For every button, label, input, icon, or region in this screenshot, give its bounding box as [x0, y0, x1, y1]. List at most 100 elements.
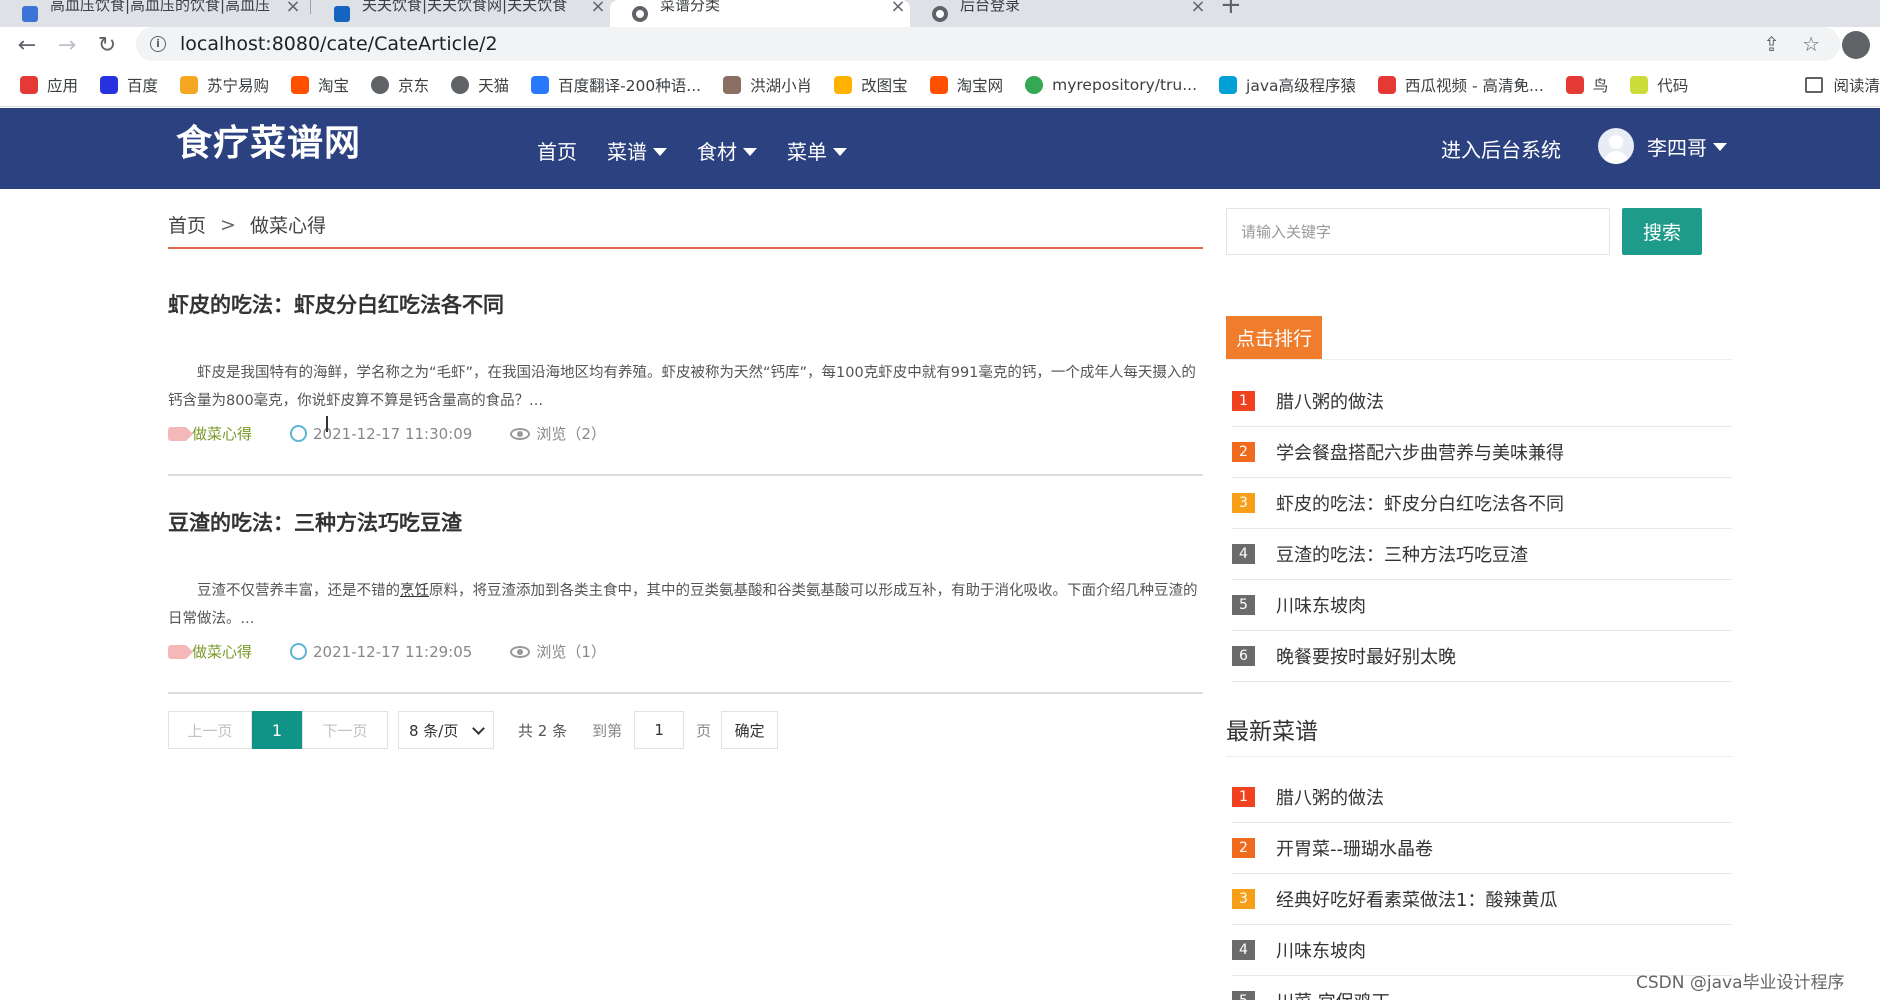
- search-button[interactable]: 搜索: [1622, 208, 1702, 255]
- close-tab-icon[interactable]: ×: [281, 0, 305, 17]
- eye-icon: [510, 427, 531, 440]
- list-item[interactable]: 2 学会餐盘搭配六步曲营养与美味兼得: [1232, 427, 1732, 478]
- admin-system-link[interactable]: 进入后台系统: [1441, 134, 1561, 163]
- views-text: 浏览（1）: [536, 643, 606, 661]
- latest-recipes-header: 最新菜谱: [1226, 712, 1732, 757]
- browser-tab-2[interactable]: 夫夫饮食|夫夫饮食网|夫夫饮食 ×: [312, 0, 610, 27]
- list-item-title: 川味东坡肉: [1276, 941, 1366, 962]
- address-bar[interactable]: i localhost:8080/cate/CateArticle/2 ⇪ ☆: [136, 27, 1840, 61]
- list-item-title: 开胃菜--珊瑚水晶卷: [1276, 839, 1433, 860]
- goto-confirm-button[interactable]: 确定: [721, 711, 779, 749]
- page-size-select[interactable]: 8 条/页: [398, 711, 494, 749]
- bookmark-label: 应用: [47, 76, 79, 95]
- breadcrumb-home[interactable]: 首页: [168, 211, 206, 238]
- more-bookmarks-icon[interactable]: »: [1514, 74, 1525, 95]
- list-item-title: 腊八粥的做法: [1276, 788, 1384, 809]
- list-item-title: 晚餐要按时最好别太晚: [1276, 647, 1456, 668]
- nav-label: 菜谱: [607, 140, 647, 164]
- bookmark-item[interactable]: 洪湖小肖: [723, 74, 812, 96]
- list-item[interactable]: 5 川味东坡肉: [1232, 580, 1732, 631]
- list-item[interactable]: 3 经典好吃好看素菜做法1：酸辣黄瓜: [1232, 874, 1732, 925]
- bookmark-item[interactable]: 应用: [20, 74, 78, 96]
- tab-title: 后台登录: [960, 0, 1021, 14]
- rank-number-badge: 4: [1232, 940, 1255, 960]
- bookmark-item[interactable]: 百度: [100, 74, 158, 96]
- reading-list-button[interactable]: 阅读清: [1805, 74, 1880, 96]
- close-tab-icon[interactable]: ×: [586, 0, 610, 17]
- list-item[interactable]: 1 腊八粥的做法: [1232, 772, 1732, 823]
- back-arrow-icon[interactable]: ←: [7, 33, 47, 58]
- list-item[interactable]: 3 虾皮的吃法：虾皮分白红吃法各不同: [1232, 478, 1732, 529]
- category-tag[interactable]: 做菜心得: [168, 423, 252, 444]
- main-nav: 首页 菜谱 食材 菜单: [537, 136, 877, 165]
- caret-down-icon: [743, 147, 757, 156]
- browser-tab-strip: 高血压饮食|高血压的饮食|高血压 × 夫夫饮食|夫夫饮食网|夫夫饮食 × 菜谱分…: [0, 0, 1880, 27]
- user-menu[interactable]: 李四哥: [1598, 128, 1727, 164]
- profile-avatar-icon[interactable]: [1842, 31, 1870, 59]
- bookmark-item[interactable]: 苏宁易购: [180, 74, 269, 96]
- bookmark-item[interactable]: 淘宝: [291, 74, 349, 96]
- goto-page-input[interactable]: 1: [634, 711, 685, 749]
- rank-number-badge: 3: [1232, 493, 1255, 513]
- bookmark-item[interactable]: 鸟: [1565, 74, 1608, 96]
- reload-icon[interactable]: ↻: [87, 33, 127, 58]
- category-tag[interactable]: 做菜心得: [168, 641, 252, 662]
- translate-icon: [531, 75, 550, 94]
- article-divider: [168, 692, 1203, 694]
- list-item[interactable]: 2 开胃菜--珊瑚水晶卷: [1232, 823, 1732, 874]
- nav-recipes[interactable]: 菜谱: [607, 136, 667, 165]
- article-item: 豆渣的吃法：三种方法巧吃豆渣 豆渣不仅营养丰富，还是不错的烹饪原料，将豆渣添加到…: [168, 507, 1203, 694]
- code-icon: [1630, 75, 1649, 94]
- site-info-icon[interactable]: i: [150, 36, 166, 52]
- bookmark-item[interactable]: java高级程序猿: [1219, 74, 1356, 96]
- nav-menus[interactable]: 菜单: [787, 136, 847, 165]
- browser-tab-4[interactable]: 后台登录 ×: [910, 0, 1210, 27]
- browser-tab-1[interactable]: 高血压饮食|高血压的饮食|高血压 ×: [0, 0, 305, 27]
- list-item-title: 腊八粥的做法: [1276, 392, 1384, 413]
- username: 李四哥: [1647, 135, 1707, 160]
- nav-home[interactable]: 首页: [537, 136, 577, 165]
- article-title[interactable]: 虾皮的吃法：虾皮分白红吃法各不同: [168, 289, 1203, 319]
- bookmark-item[interactable]: 天猫: [451, 74, 509, 96]
- nav-ingredients[interactable]: 食材: [697, 136, 757, 165]
- list-item-title: 经典好吃好看素菜做法1：酸辣黄瓜: [1276, 890, 1558, 911]
- list-item[interactable]: 4 豆渣的吃法：三种方法巧吃豆渣: [1232, 529, 1732, 580]
- current-page-button[interactable]: 1: [252, 711, 302, 749]
- list-item[interactable]: 6 晚餐要按时最好别太晚: [1232, 631, 1732, 682]
- summary-link[interactable]: 烹饪: [400, 583, 429, 599]
- browser-tab-active[interactable]: 菜谱分类 ×: [610, 0, 910, 27]
- caret-down-icon: [653, 147, 667, 156]
- tag-label: 做菜心得: [192, 425, 253, 443]
- close-tab-icon[interactable]: ×: [1186, 0, 1210, 17]
- bookmark-label: 苏宁易购: [207, 76, 270, 95]
- user-avatar-icon: [1598, 128, 1634, 164]
- bookmark-item[interactable]: 京东: [371, 74, 429, 96]
- rank-number-badge: 3: [1232, 889, 1255, 909]
- next-page-button[interactable]: 下一页: [302, 711, 388, 749]
- forward-arrow-icon[interactable]: →: [47, 33, 87, 58]
- bookmark-item[interactable]: 百度翻译-200种语...: [531, 74, 701, 96]
- clock-icon: [290, 425, 308, 442]
- caret-down-icon: [1713, 143, 1727, 151]
- url-text[interactable]: localhost:8080/cate/CateArticle/2: [180, 33, 498, 55]
- list-item[interactable]: 1 腊八粥的做法: [1232, 376, 1732, 427]
- bookmark-item[interactable]: 改图宝: [834, 74, 908, 96]
- close-tab-icon[interactable]: ×: [886, 0, 910, 17]
- bookmark-item[interactable]: myrepository/tru...: [1025, 75, 1197, 94]
- bookmark-star-icon[interactable]: ☆: [1802, 32, 1820, 56]
- article-divider: [168, 474, 1203, 476]
- rank-number-badge: 1: [1232, 787, 1255, 807]
- breadcrumb-underline: [168, 247, 1203, 249]
- bookmark-item[interactable]: 代码: [1630, 74, 1688, 96]
- prev-page-button[interactable]: 上一页: [168, 711, 252, 749]
- bookmark-item[interactable]: 淘宝网: [929, 74, 1003, 96]
- list-item-title: 豆渣的吃法：三种方法巧吃豆渣: [1276, 545, 1528, 566]
- share-icon[interactable]: ⇪: [1763, 32, 1780, 56]
- bookmark-label: 洪湖小肖: [750, 76, 813, 95]
- site-logo[interactable]: 食疗菜谱网: [176, 114, 361, 166]
- article-summary: 虾皮是我国特有的海鲜，学名称之为“毛虾”，在我国沿海地区均有养殖。虾皮被称为天然…: [168, 365, 1196, 409]
- new-tab-plus-icon[interactable]: +: [1220, 0, 1242, 20]
- search-input[interactable]: 请输入关键字: [1226, 208, 1610, 255]
- article-title[interactable]: 豆渣的吃法：三种方法巧吃豆渣: [168, 507, 1203, 537]
- browser-toolbar: ← → ↻ i localhost:8080/cate/CateArticle/…: [0, 27, 1880, 63]
